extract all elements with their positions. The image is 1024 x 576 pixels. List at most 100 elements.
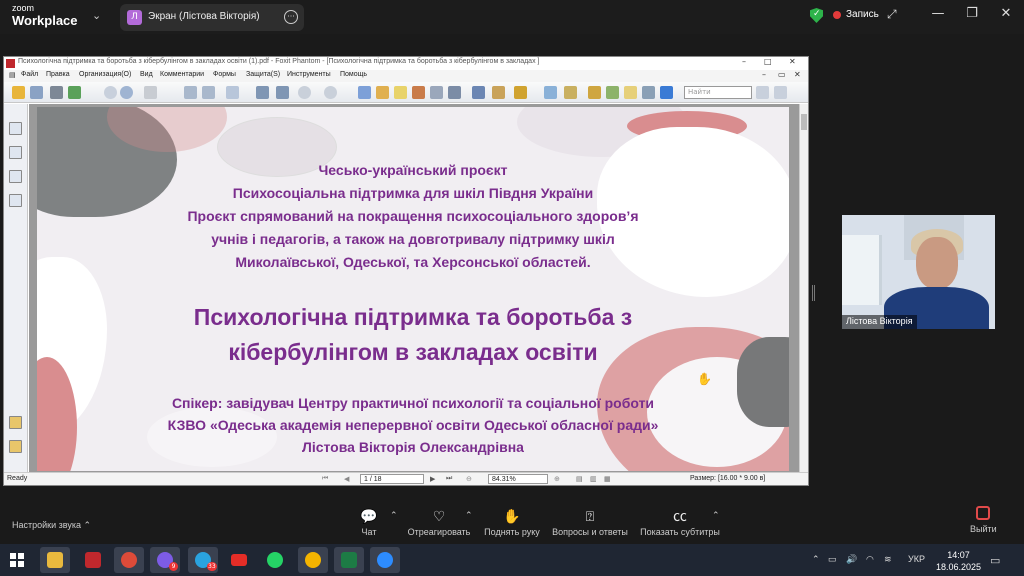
menu-icon[interactable]: ▤ <box>9 71 16 79</box>
last-page-icon[interactable]: ⏭ <box>446 475 452 483</box>
menu-item-help[interactable]: Помощь <box>340 71 367 78</box>
panel-splitter[interactable] <box>812 285 815 301</box>
search-prev-icon[interactable] <box>756 86 769 99</box>
chrome2-taskbar[interactable] <box>298 547 328 573</box>
foxit-taskbar[interactable] <box>78 547 108 573</box>
menu-item-comments[interactable]: Комментарии <box>160 71 204 78</box>
typewriter-icon[interactable] <box>376 86 389 99</box>
single-page-icon[interactable]: ▤ <box>576 475 583 483</box>
clock[interactable]: 14:07 18.06.2025 <box>936 549 981 573</box>
comments-icon[interactable] <box>9 416 22 429</box>
zoom-taskbar[interactable] <box>370 547 400 573</box>
share-screen-tab[interactable]: Л Экран (Лістова Вікторія) ··· <box>120 4 304 31</box>
zoom-out-small-icon[interactable]: ⊖ <box>466 475 472 483</box>
wifi-signal-icon[interactable]: ≋ <box>884 554 892 565</box>
youtube-taskbar[interactable] <box>224 547 254 573</box>
image-icon[interactable] <box>430 86 443 99</box>
chevron-down-icon[interactable]: ⌄ <box>92 9 101 22</box>
expand-icon[interactable]: ⤢ <box>887 7 897 22</box>
tray-expand-icon[interactable]: ⌃ <box>812 554 820 565</box>
email-icon[interactable] <box>68 86 81 99</box>
first-page-icon[interactable]: ⏮ <box>322 475 328 483</box>
hand-tool-icon[interactable] <box>358 86 371 99</box>
snapshot-icon[interactable] <box>202 86 215 99</box>
qa-button[interactable]: ⍰ Вопросы и ответы <box>550 508 630 537</box>
windows-start-icon[interactable] <box>10 553 24 567</box>
captions-button[interactable]: ㏄ Показать субтитры <box>638 508 722 537</box>
sign-icon[interactable] <box>588 86 601 99</box>
zoom-level-field[interactable]: 84.31% <box>488 474 548 484</box>
notification-icon[interactable]: ▭ <box>990 554 1000 567</box>
continuous-icon[interactable]: ▥ <box>590 475 597 483</box>
print-icon[interactable] <box>50 86 63 99</box>
telegram-taskbar[interactable]: 33 <box>188 547 218 573</box>
doc-minimize-button[interactable]: – <box>762 70 766 79</box>
attach-icon[interactable] <box>544 86 557 99</box>
maximize-button[interactable]: ❐ <box>962 6 982 21</box>
chat-caret-icon[interactable]: ⌃ <box>390 511 398 521</box>
menu-item-tools[interactable]: Инструменты <box>287 71 331 78</box>
security-shield-icon[interactable]: ✓ <box>810 8 823 23</box>
excel-taskbar[interactable] <box>334 547 364 573</box>
zoom-in-icon[interactable] <box>324 86 337 99</box>
check-icon[interactable] <box>606 86 619 99</box>
open-icon[interactable] <box>12 86 25 99</box>
clip-icon[interactable] <box>9 440 22 453</box>
layers-icon[interactable] <box>9 170 22 183</box>
prev-page-icon[interactable]: ◀ <box>344 475 349 483</box>
select-text-icon[interactable] <box>184 86 197 99</box>
attachments-icon[interactable] <box>9 194 22 207</box>
select-icon[interactable] <box>394 86 407 99</box>
facing-icon[interactable]: ▦ <box>604 475 611 483</box>
wifi-icon[interactable]: ◠ <box>866 554 874 565</box>
language-indicator[interactable]: УКР <box>908 554 925 564</box>
arrow-icon[interactable] <box>660 86 673 99</box>
menu-item-view[interactable]: Вид <box>140 71 153 78</box>
chrome-taskbar[interactable] <box>114 547 144 573</box>
viber-taskbar[interactable]: 9 <box>150 547 180 573</box>
save-icon[interactable] <box>30 86 43 99</box>
next-page-icon[interactable]: ▶ <box>430 475 435 483</box>
bookmarks-icon[interactable] <box>9 122 22 135</box>
menu-item-forms[interactable]: Формы <box>213 71 236 78</box>
participant-video[interactable]: Лістова Вікторія <box>842 215 995 329</box>
edit-icon[interactable] <box>492 86 505 99</box>
leave-button[interactable]: Выйти <box>970 506 997 534</box>
menu-item-organize[interactable]: Организация(O) <box>79 71 131 78</box>
file-explorer-taskbar[interactable] <box>40 547 70 573</box>
whatsapp-taskbar[interactable] <box>260 547 290 573</box>
menu-item-protect[interactable]: Защита(S) <box>246 71 280 78</box>
document-view[interactable]: Чесько-український проєкт Психосоціальна… <box>29 104 799 472</box>
undo-icon[interactable] <box>144 86 157 99</box>
captions-caret-icon[interactable]: ⌃ <box>712 511 720 521</box>
stamp-icon[interactable] <box>514 86 527 99</box>
menu-item-file[interactable]: Файл <box>21 71 38 78</box>
pages-icon[interactable] <box>9 146 22 159</box>
text-box-icon[interactable] <box>448 86 461 99</box>
doc-close-button[interactable]: ✕ <box>794 70 801 79</box>
battery-icon[interactable]: ▭ <box>828 554 837 565</box>
volume-icon[interactable]: 🔊 <box>846 554 857 565</box>
search-input[interactable]: Найти <box>684 86 752 99</box>
page-number-field[interactable]: 1 / 18 <box>360 474 424 484</box>
foxit-minimize-button[interactable]: – <box>742 57 746 66</box>
react-button[interactable]: ♡ Отреагировать <box>406 508 472 537</box>
zoom-icon[interactable] <box>226 86 239 99</box>
pen-icon[interactable] <box>412 86 425 99</box>
sound-settings-button[interactable]: Настройки звука ⌃ <box>12 520 91 531</box>
note-icon[interactable] <box>624 86 637 99</box>
minimize-button[interactable]: — <box>928 6 948 21</box>
foxit-maximize-button[interactable]: □ <box>764 57 772 66</box>
text-icon[interactable] <box>642 86 655 99</box>
foxit-close-button[interactable]: ✕ <box>789 57 796 66</box>
raise-hand-button[interactable]: ✋ Поднять руку <box>482 508 542 537</box>
back-icon[interactable] <box>104 86 117 99</box>
forward-icon[interactable] <box>120 86 133 99</box>
lock-icon[interactable] <box>564 86 577 99</box>
fit-page-icon[interactable] <box>256 86 269 99</box>
vertical-scrollbar[interactable] <box>799 104 808 472</box>
fit-width-icon[interactable] <box>276 86 289 99</box>
doc-restore-button[interactable]: ▭ <box>778 70 786 79</box>
menu-item-edit[interactable]: Правка <box>46 71 70 78</box>
search-next-icon[interactable] <box>774 86 787 99</box>
